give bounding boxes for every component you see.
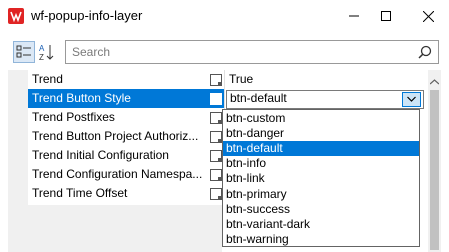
- title-bar: wf-popup-info-layer: [0, 0, 449, 32]
- dropdown-option[interactable]: btn-danger: [223, 126, 419, 141]
- edit-icon[interactable]: [210, 112, 222, 124]
- scroll-thumb[interactable]: [430, 90, 439, 250]
- edit-icon[interactable]: [210, 150, 222, 162]
- scroll-up-icon[interactable]: [429, 74, 440, 88]
- property-row[interactable]: Trend Button Style btn-default: [28, 89, 429, 109]
- close-button[interactable]: [409, 0, 447, 32]
- dropdown-option[interactable]: btn-default: [223, 141, 419, 157]
- edit-icon[interactable]: [210, 169, 222, 181]
- dropdown-list[interactable]: btn-custom btn-danger btn-default btn-info b…: [222, 109, 420, 247]
- property-row[interactable]: Trend True: [28, 70, 429, 89]
- dropdown-button[interactable]: [402, 92, 421, 107]
- dropdown-option[interactable]: btn-info: [223, 156, 419, 171]
- property-name[interactable]: Trend Configuration Namespa...: [32, 167, 222, 182]
- column-divider: [224, 89, 225, 108]
- property-name[interactable]: Trend Button Style: [32, 91, 222, 106]
- search-icon[interactable]: [418, 45, 432, 62]
- app-icon: [8, 8, 24, 24]
- alphabetical-sort-icon[interactable]: A Z: [36, 41, 58, 63]
- property-name[interactable]: Trend: [32, 72, 222, 87]
- column-divider: [224, 70, 225, 89]
- edit-icon[interactable]: [210, 131, 222, 143]
- vertical-scrollbar[interactable]: [428, 70, 441, 252]
- description-panel: [28, 205, 222, 252]
- window-title: wf-popup-info-layer: [31, 8, 143, 23]
- svg-text:A: A: [39, 44, 45, 53]
- dropdown-option[interactable]: btn-variant-dark: [223, 217, 419, 232]
- search-box[interactable]: [65, 40, 439, 64]
- property-name[interactable]: Trend Time Offset: [32, 186, 222, 201]
- chevron-down-icon: [407, 96, 416, 102]
- edit-icon[interactable]: [210, 188, 222, 200]
- dropdown-option[interactable]: btn-success: [223, 202, 419, 217]
- dropdown-option[interactable]: btn-warning: [223, 232, 419, 247]
- search-input[interactable]: [72, 44, 402, 60]
- dropdown-option[interactable]: btn-custom: [223, 111, 419, 126]
- toolbar: A Z: [8, 36, 441, 68]
- svg-text:Z: Z: [39, 53, 44, 62]
- dropdown-option[interactable]: btn-primary: [223, 187, 419, 202]
- property-name[interactable]: Trend Postfixes: [32, 110, 222, 125]
- property-value[interactable]: True: [229, 72, 253, 87]
- property-name[interactable]: Trend Button Project Authoriz...: [32, 129, 222, 144]
- edit-icon[interactable]: [210, 74, 222, 86]
- maximize-button[interactable]: [367, 0, 405, 32]
- dropdown-option[interactable]: btn-link: [223, 171, 419, 186]
- property-name[interactable]: Trend Initial Configuration: [32, 148, 222, 163]
- categorized-icon[interactable]: [13, 41, 35, 63]
- value-editor[interactable]: btn-default: [226, 90, 424, 109]
- edit-icon[interactable]: [210, 93, 222, 105]
- property-value: btn-default: [230, 91, 287, 105]
